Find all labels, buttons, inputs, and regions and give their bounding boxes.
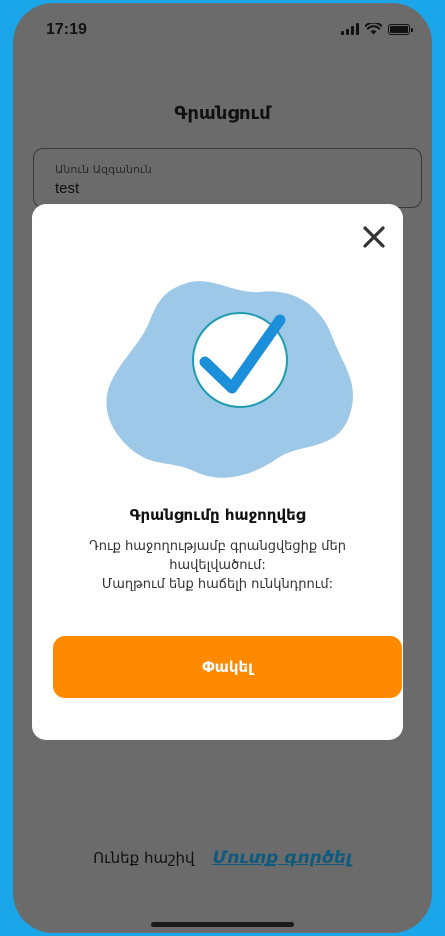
phone-screen: 17:19 Գրանցում Անուն Ազգանուն test Ունեք… bbox=[13, 3, 432, 933]
login-link[interactable]: Մուտք գործել bbox=[213, 848, 352, 868]
status-time: 17:19 bbox=[46, 21, 87, 38]
status-bar: 17:19 bbox=[13, 3, 432, 53]
name-field-value: test bbox=[55, 180, 80, 197]
close-button[interactable] bbox=[359, 222, 389, 252]
close-icon bbox=[363, 226, 385, 248]
modal-message-line: Մաղթում ենք հաճելի ունկնդրում: bbox=[101, 577, 334, 592]
battery-icon bbox=[388, 23, 413, 35]
footer-prompt: Ունեք հաշիվ bbox=[93, 849, 195, 867]
name-field[interactable]: Անուն Ազգանուն test bbox=[33, 148, 422, 208]
signal-icon bbox=[341, 23, 359, 35]
page-title: Գրանցում bbox=[174, 103, 271, 124]
modal-message-line: Դուք հաջողությամբ գրանցվեցիք մեր bbox=[88, 539, 347, 554]
success-check-icon bbox=[106, 281, 353, 478]
close-action-button[interactable]: Փակել bbox=[53, 636, 402, 698]
wifi-icon bbox=[365, 23, 382, 35]
status-icons bbox=[341, 23, 413, 35]
home-indicator bbox=[151, 922, 294, 927]
modal-message: Դուք հաջողությամբ գրանցվեցիք մեր հավելվա… bbox=[62, 537, 373, 594]
success-modal: Գրանցումը հաջողվեց Դուք հաջողությամբ գրա… bbox=[32, 204, 403, 740]
modal-title: Գրանցումը հաջողվեց bbox=[129, 506, 306, 524]
modal-message-line: հավելվածում: bbox=[169, 558, 266, 573]
name-field-label: Անուն Ազգանուն bbox=[55, 163, 152, 176]
footer: Ունեք հաշիվ Մուտք գործել bbox=[13, 848, 432, 868]
